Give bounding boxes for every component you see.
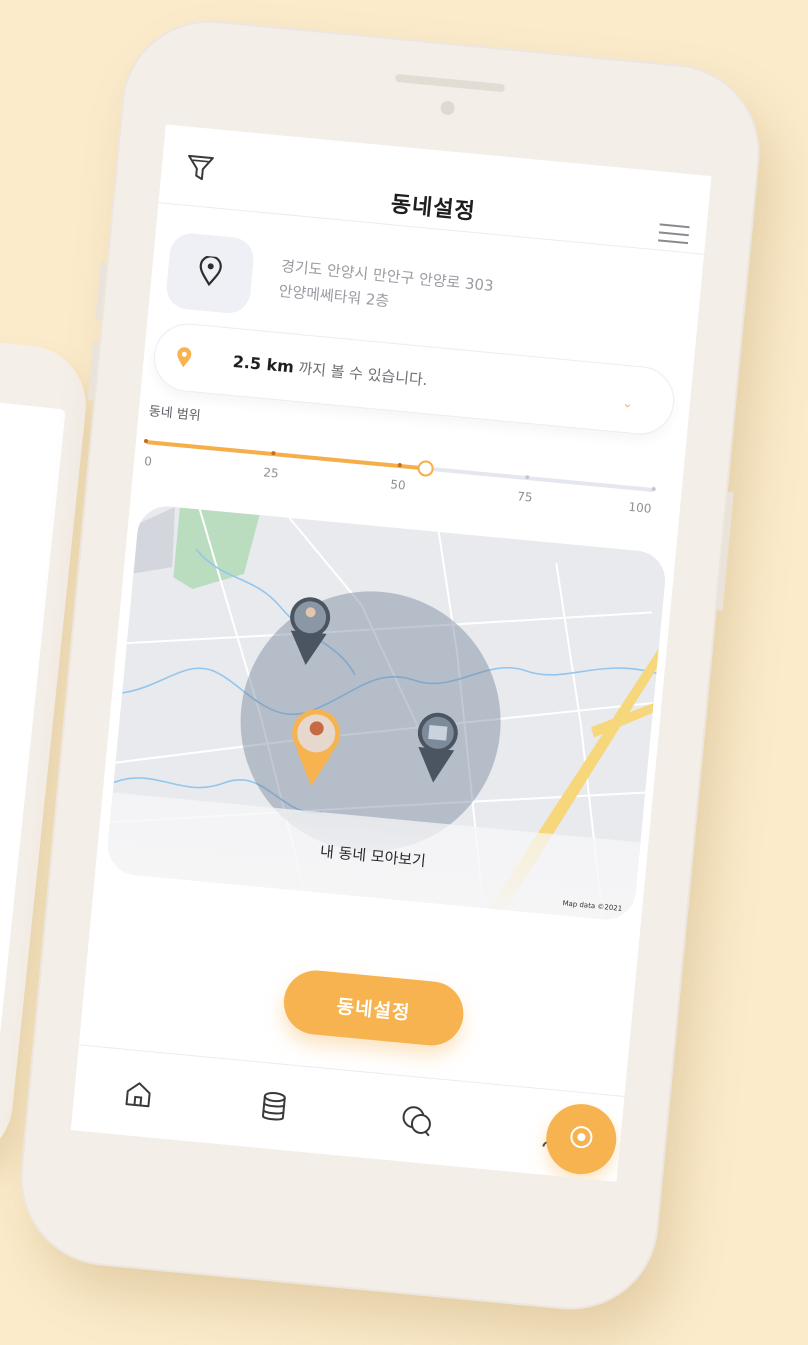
nav-home[interactable]: [106, 1069, 170, 1124]
location-pin-icon: [195, 255, 226, 291]
set-neighborhood-button[interactable]: 동네설정: [281, 967, 467, 1049]
slider-fill: [145, 440, 426, 471]
slider-tick-label: 0: [143, 454, 153, 469]
home-icon: [122, 1078, 155, 1115]
slider-tick-label: 50: [389, 477, 407, 493]
slider-tick-label: 100: [627, 499, 652, 516]
slider-tick: [270, 450, 276, 456]
top-bar: 동네설정: [158, 124, 712, 255]
slider-tick: [524, 474, 529, 480]
phone-side-button: [716, 491, 734, 612]
address-text: 경기도 안양시 만안구 안양로 303 안양메쎄타워 2층: [277, 254, 494, 324]
page-title: 동네설정: [389, 192, 477, 225]
target-icon: [567, 1123, 596, 1155]
neighborhood-map[interactable]: 내 동네 모아보기 Map data ©2021: [105, 503, 668, 922]
bottom-navigation: [70, 1044, 625, 1182]
chat-bubbles-icon: [398, 1103, 435, 1142]
phone-speaker: [394, 73, 506, 93]
database-icon: [257, 1090, 290, 1129]
range-distance: 2.5 km: [231, 351, 295, 377]
phone-camera: [440, 100, 456, 116]
app-screen: 동네설정 경기도 안양시 만안구 안양로 303 안양메쎄타워 2층 2.5 k…: [70, 124, 712, 1182]
hamburger-menu-icon[interactable]: [653, 217, 696, 251]
phone-side-button: [87, 340, 100, 401]
nav-database[interactable]: [241, 1081, 305, 1136]
slider-thumb[interactable]: [416, 459, 434, 478]
phone-side-button: [95, 260, 107, 322]
map-pin-icon: [174, 345, 194, 373]
phone-mockup: 동네설정 경기도 안양시 만안구 안양로 303 안양메쎄타워 2층 2.5 k…: [12, 12, 768, 1318]
chevron-down-icon[interactable]: ⌄: [622, 396, 633, 411]
range-slider-label: 동네 범위: [148, 404, 202, 425]
slider-tick-label: 75: [516, 489, 534, 505]
slider-tick-label: 25: [262, 465, 280, 481]
nav-chat[interactable]: [385, 1095, 449, 1150]
slider-tick: [651, 486, 656, 492]
range-text: 2.5 km 까지 볼 수 있습니다.: [232, 351, 429, 390]
location-button[interactable]: [164, 231, 256, 316]
range-suffix: 까지 볼 수 있습니다.: [292, 358, 429, 390]
